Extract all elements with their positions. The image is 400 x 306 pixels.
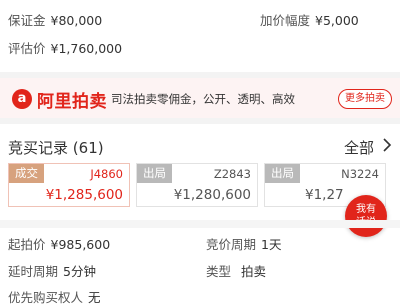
section-divider (0, 220, 400, 228)
chat-button-line1: 我有 (356, 204, 376, 215)
priority-value: 无 (88, 290, 101, 305)
delay-row: 延时周期 5分钟 类型 拍卖 (8, 261, 392, 280)
bid-price: ¥1,280,600 (173, 187, 251, 203)
start-price-label: 起拍价 (8, 237, 46, 252)
bidder-code: J4860 (90, 167, 123, 181)
type-row: 类型 拍卖 (206, 261, 266, 280)
banner-slogan: 司法拍卖零佣金，公开、透明、高效 (111, 92, 295, 106)
appraisal-value: ¥1,760,000 (50, 41, 123, 56)
cycle-value: 1天 (261, 237, 282, 252)
alibaba-auction-logo-icon: a (12, 89, 32, 109)
cycle-row: 竞价周期 1天 (206, 234, 281, 253)
bid-price: ¥1,27 (305, 187, 344, 203)
appraisal-label: 评估价 (8, 41, 46, 56)
increment-row: 加价幅度 ¥5,000 (260, 10, 359, 29)
appraisal-row: 评估价 ¥1,760,000 (8, 38, 392, 57)
cycle-label: 竞价周期 (206, 237, 257, 252)
delay-value: 5分钟 (63, 264, 96, 279)
status-badge: 出局 (137, 164, 172, 183)
status-badge: 出局 (265, 164, 300, 183)
records-all-link[interactable]: 全部 (344, 137, 374, 158)
deposit-row: 保证金 ¥80,000 加价幅度 ¥5,000 (8, 10, 392, 29)
deposit-label: 保证金 (8, 13, 46, 28)
increment-label: 加价幅度 (260, 13, 311, 28)
records-title: 竞买记录 (61) (8, 137, 104, 158)
banner-logo-text: 阿里拍卖 (37, 92, 107, 112)
status-badge: 成交 (9, 164, 44, 183)
type-value: 拍卖 (241, 264, 267, 279)
type-label: 类型 (206, 264, 232, 279)
delay-label: 延时周期 (8, 264, 59, 279)
priority-label: 优先购买权人 (8, 290, 84, 305)
increment-value: ¥5,000 (315, 13, 359, 28)
deposit-value: ¥80,000 (50, 13, 103, 28)
start-price-value: ¥985,600 (50, 237, 111, 252)
bidder-code: N3224 (341, 167, 379, 181)
more-auctions-button[interactable]: 更多拍卖 (338, 89, 392, 109)
auction-banner[interactable]: a 阿里拍卖 司法拍卖零佣金，公开、透明、高效 更多拍卖 (0, 72, 400, 124)
records-title-text: 竞买记录 (8, 139, 69, 157)
chevron-right-icon[interactable] (382, 137, 392, 157)
record-card[interactable]: 成交 J4860 ¥1,285,600 (8, 163, 130, 207)
chat-button[interactable]: 我有 话说 (345, 195, 387, 237)
start-price-row: 起拍价 ¥985,600 竞价周期 1天 (8, 234, 392, 253)
record-card[interactable]: 出局 Z2843 ¥1,280,600 (136, 163, 258, 207)
bid-price: ¥1,285,600 (45, 187, 123, 203)
records-count: (61) (72, 139, 104, 157)
bidder-code: Z2843 (213, 167, 251, 181)
